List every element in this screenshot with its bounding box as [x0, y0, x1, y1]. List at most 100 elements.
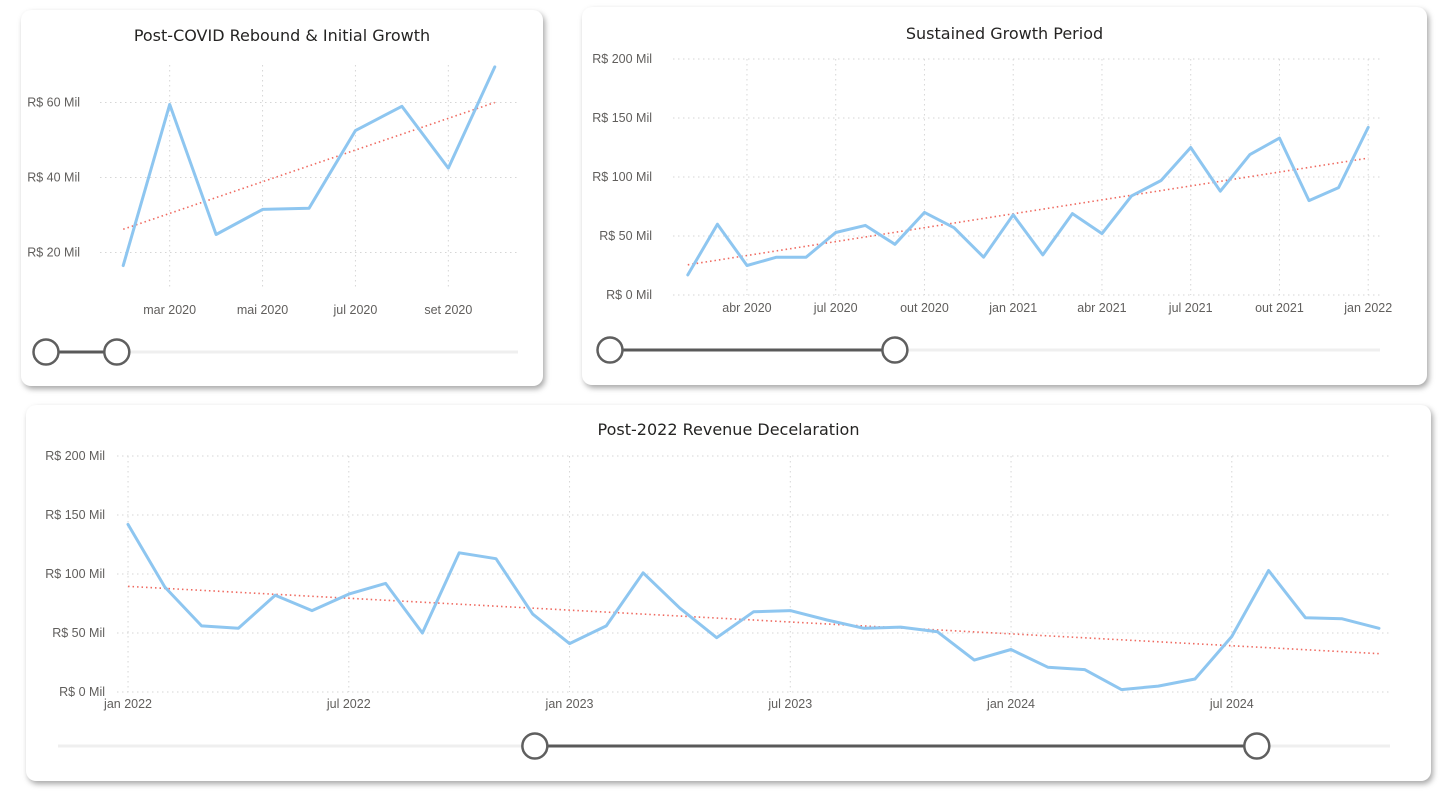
x-tick-label: abr 2021 [1077, 301, 1126, 315]
x-tick-label: jul 2022 [326, 697, 371, 711]
x-tick-label: jan 2024 [986, 697, 1035, 711]
x-tick-label: jul 2024 [1209, 697, 1254, 711]
date-slider-start-handle[interactable] [521, 732, 549, 760]
data-point [1156, 684, 1160, 688]
data-point [347, 592, 351, 596]
y-tick-label: R$ 0 Mil [606, 288, 652, 302]
data-point [972, 658, 976, 662]
data-point [1130, 194, 1134, 198]
x-tick-label: jul 2020 [813, 301, 858, 315]
x-tick-label: out 2021 [1255, 301, 1304, 315]
chart-title: Sustained Growth Period [906, 24, 1103, 43]
chart-title: Post-COVID Rebound & Initial Growth [134, 26, 430, 45]
data-point [1011, 213, 1015, 217]
data-point [214, 233, 218, 237]
chart-svg: Post-2022 Revenue Decelaration R$ 0 Mil R$… [45, 420, 1390, 760]
data-point [1340, 617, 1344, 621]
x-tick-label: jan 2023 [545, 697, 594, 711]
data-point [1159, 179, 1163, 183]
y-tick-label: R$ 100 Mil [45, 567, 105, 581]
date-slider-end-handle[interactable] [103, 338, 131, 366]
data-point [261, 207, 265, 211]
data-point [493, 65, 497, 69]
data-point [307, 206, 311, 210]
data-point [273, 593, 277, 597]
data-point [494, 557, 498, 561]
data-point [1267, 568, 1271, 572]
data-point [1193, 677, 1197, 681]
data-point [834, 230, 838, 234]
data-point [531, 612, 535, 616]
data-point [1337, 186, 1341, 190]
data-point [1189, 146, 1193, 150]
date-slider-end-handle[interactable] [1243, 732, 1271, 760]
data-point [126, 522, 130, 526]
y-tick-label: R$ 50 Mil [52, 626, 105, 640]
data-point [400, 104, 404, 108]
data-point [1366, 125, 1370, 129]
data-point [641, 571, 645, 575]
data-point [1377, 626, 1381, 630]
data-point [568, 642, 572, 646]
chart-card-sustained-growth: Sustained Growth Period R$ 0 Mil R$ 50 Mil… [582, 7, 1427, 385]
chart-title: Post-2022 Revenue Decelaration [598, 420, 860, 439]
data-point [236, 626, 240, 630]
data-point [745, 264, 749, 268]
data-point [899, 625, 903, 629]
data-point [775, 255, 779, 259]
data-point [804, 255, 808, 259]
y-tick-label: R$ 200 Mil [592, 52, 652, 66]
data-point [1218, 189, 1222, 193]
date-slider-end-handle[interactable] [881, 336, 909, 364]
revenue-series-line [121, 65, 497, 268]
data-point [121, 264, 125, 268]
data-point [678, 606, 682, 610]
chart-svg: Sustained Growth Period R$ 0 Mil R$ 50 Mil… [592, 24, 1392, 364]
data-point [457, 551, 461, 555]
data-point [893, 242, 897, 246]
trend-line [127, 585, 1380, 655]
data-point [935, 630, 939, 634]
y-tick-label: R$ 150 Mil [592, 111, 652, 125]
data-point [715, 222, 719, 226]
x-tick-label: set 2020 [424, 303, 472, 317]
x-tick-label: jul 2021 [1168, 301, 1213, 315]
data-point [1248, 153, 1252, 157]
data-point [922, 210, 926, 214]
revenue-series-line [126, 522, 1381, 692]
data-point [446, 166, 450, 170]
data-point [862, 626, 866, 630]
data-point [1070, 212, 1074, 216]
y-tick-label: R$ 60 Mil [27, 96, 80, 110]
date-slider-start-handle[interactable] [32, 338, 60, 366]
x-tick-label: mar 2020 [143, 303, 196, 317]
data-point [1307, 199, 1311, 203]
data-point [1230, 635, 1234, 639]
data-point [420, 631, 424, 635]
y-tick-label: R$ 20 Mil [27, 246, 80, 260]
y-tick-label: R$ 40 Mil [27, 171, 80, 185]
x-tick-label: jan 2022 [1343, 301, 1392, 315]
data-point [604, 624, 608, 628]
data-point [1046, 665, 1050, 669]
data-point [686, 273, 690, 277]
data-point [1277, 136, 1281, 140]
data-point [1083, 668, 1087, 672]
data-point [1100, 232, 1104, 236]
y-tick-label: R$ 100 Mil [592, 170, 652, 184]
data-point [384, 581, 388, 585]
data-point [863, 223, 867, 227]
data-point [168, 102, 172, 106]
x-tick-label: jul 2023 [767, 697, 812, 711]
chart-svg: Post-COVID Rebound & Initial Growth R$ 20… [27, 26, 518, 366]
y-tick-label: R$ 150 Mil [45, 508, 105, 522]
trend-line [687, 157, 1369, 266]
x-tick-label: mai 2020 [237, 303, 288, 317]
data-point [825, 618, 829, 622]
revenue-series-line [686, 125, 1370, 277]
data-point [310, 609, 314, 613]
date-slider-start-handle[interactable] [596, 336, 624, 364]
data-point [353, 129, 357, 133]
y-tick-label: R$ 200 Mil [45, 449, 105, 463]
data-point [1119, 688, 1123, 692]
